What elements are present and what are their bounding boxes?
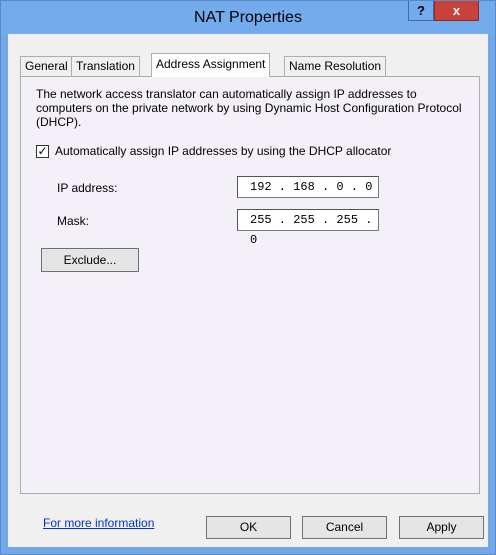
title-bar[interactable]: NAT Properties ? x [1,1,495,34]
check-icon: ✓ [37,144,48,158]
ok-button[interactable]: OK [206,516,291,539]
dialog-client-area: General Translation Address Assignment N… [8,34,488,547]
tab-address-assignment[interactable]: Address Assignment [151,53,271,77]
tab-translation[interactable]: Translation [71,56,140,76]
tab-label: Name Resolution [289,59,382,73]
tab-label: Translation [76,59,135,73]
mask-label: Mask: [57,214,90,228]
apply-button[interactable]: Apply [399,516,484,539]
tab-label: Address Assignment [156,57,266,71]
help-button[interactable]: ? [408,1,434,21]
more-info-link[interactable]: For more information [43,516,154,530]
tab-name-resolution[interactable]: Name Resolution [284,56,387,76]
help-icon: ? [417,3,425,18]
ip-address-field[interactable]: 192 . 168 . 0 . 0 [237,176,379,198]
close-button[interactable]: x [434,1,479,21]
exclude-button[interactable]: Exclude... [41,248,139,272]
tab-general[interactable]: General [20,56,73,76]
address-assignment-panel: The network access translator can automa… [20,76,480,530]
mask-field[interactable]: 255 . 255 . 255 . 0 [237,209,379,247]
description-text: The network access translator can automa… [36,87,462,129]
auto-assign-label[interactable]: Automatically assign IP addresses by usi… [55,144,391,158]
close-icon: x [452,3,461,18]
auto-assign-checkbox[interactable]: ✓ [36,145,49,158]
tab-label: General [25,59,68,73]
nat-properties-window: NAT Properties ? x General Translation A… [0,0,496,555]
ip-address-label: IP address: [57,181,118,195]
cancel-button[interactable]: Cancel [302,516,387,539]
